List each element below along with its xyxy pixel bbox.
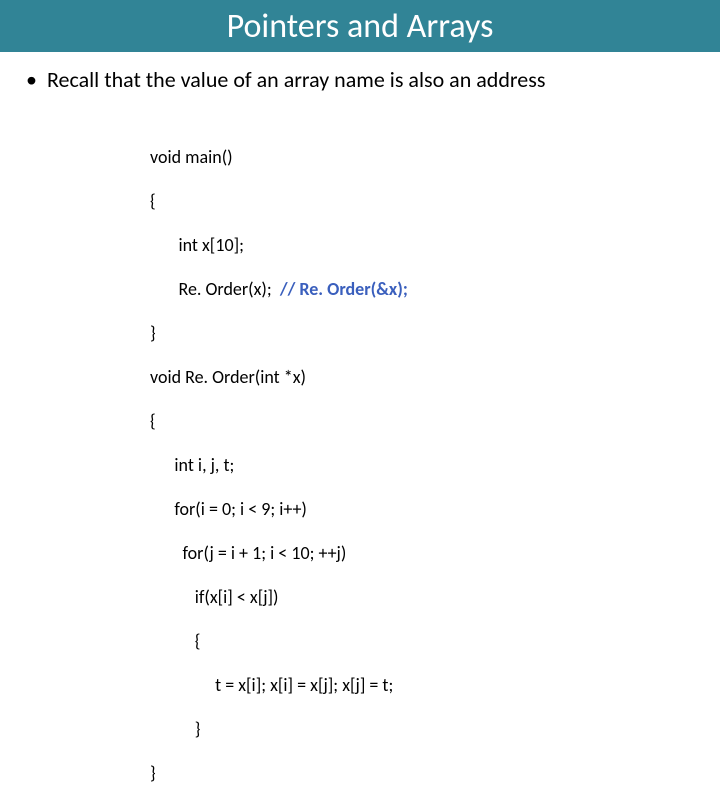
code-line: } (150, 762, 720, 784)
code-line: t = x[i]; x[i] = x[j]; x[j] = t; (150, 674, 720, 696)
code-text: Re. Order(x); (150, 278, 280, 300)
code-line: for(j = i + 1; i < 10; ++j) (150, 542, 720, 564)
code-line: for(i = 0; i < 9; i++) (150, 498, 720, 520)
code-line: } (150, 718, 720, 740)
code-line: Re. Order(x); // Re. Order(&x); (150, 278, 720, 300)
code-block: void main() { int x[10]; Re. Order(x); /… (150, 124, 720, 806)
code-line: void main() (150, 146, 720, 168)
title-bar: Pointers and Arrays (0, 0, 720, 52)
bullet-dot: • (26, 66, 37, 94)
code-line: int i, j, t; (150, 454, 720, 476)
code-line: { (150, 410, 720, 432)
code-line: { (150, 630, 720, 652)
code-line: int x[10]; (150, 234, 720, 256)
slide-title: Pointers and Arrays (227, 6, 494, 47)
code-line: void Re. Order(int *x) (150, 366, 720, 388)
bullet-text: Recall that the value of an array name i… (47, 66, 545, 94)
code-comment: // Re. Order(&x); (280, 278, 408, 300)
bullet-row: • Recall that the value of an array name… (0, 52, 720, 94)
code-line: if(x[i] < x[j]) (150, 586, 720, 608)
code-line: } (150, 322, 720, 344)
code-line: { (150, 190, 720, 212)
